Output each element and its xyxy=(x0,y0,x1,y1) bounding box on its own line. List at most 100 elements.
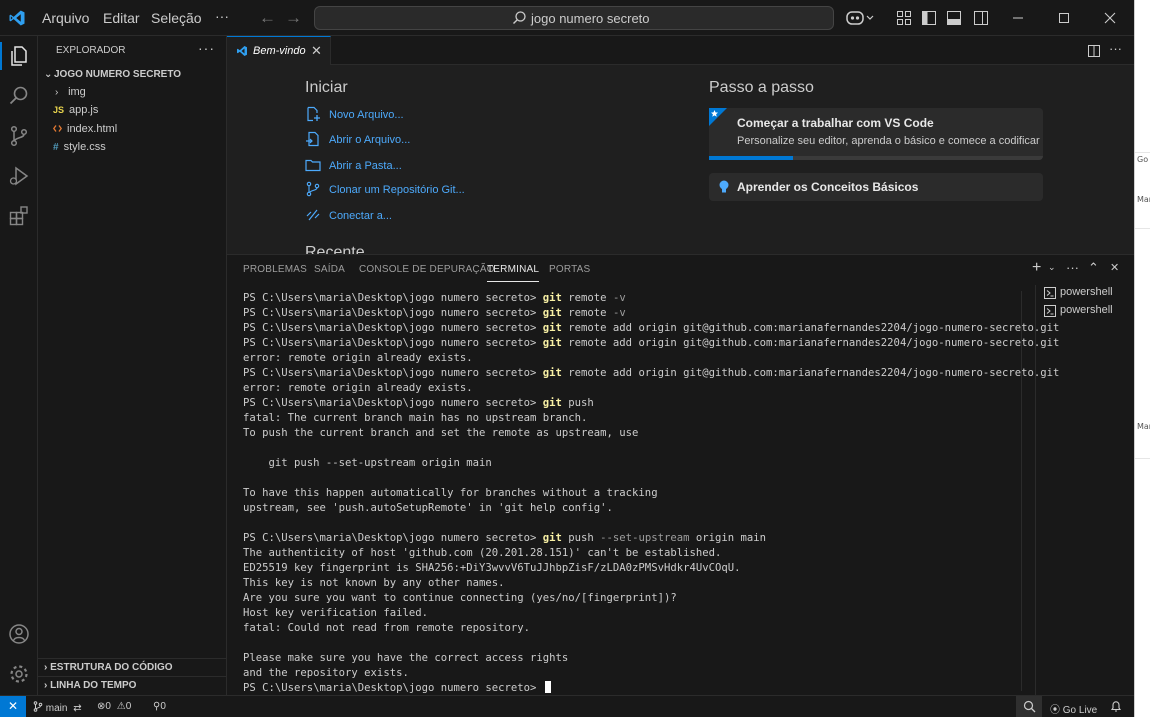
tab-ports[interactable]: PORTAS xyxy=(549,264,590,275)
new-terminal-button[interactable]: + xyxy=(1032,259,1041,277)
remote-indicator-button[interactable]: ✕ xyxy=(0,696,26,717)
menu-selecao[interactable]: Seleção xyxy=(151,10,202,26)
problems-indicator[interactable]: ⊗0 ⚠0 xyxy=(97,701,131,712)
status-bar: ✕ main ⇄ ⊗0 ⚠0 ⚲0 ⦿ Go Live xyxy=(0,695,1134,717)
terminal-line: error: remote origin already exists. xyxy=(243,381,1033,396)
terminal-output-text: To push the current branch and set the r… xyxy=(243,427,639,439)
tab-output[interactable]: SAÍDA xyxy=(314,264,345,275)
terminal-line: Are you sure you want to continue connec… xyxy=(243,591,1033,606)
notifications-bell-icon[interactable] xyxy=(1110,700,1122,713)
divider xyxy=(1135,152,1150,153)
tab-close-icon[interactable]: ✕ xyxy=(311,43,322,59)
terminal-command: git xyxy=(542,322,562,334)
explorer-more-button[interactable]: ··· xyxy=(198,40,215,56)
tree-item-style-css[interactable]: # style.css xyxy=(53,141,106,153)
terminal-output-text: upstream, see 'push.autoSetupRemote' in … xyxy=(243,502,613,514)
star-badge-icon xyxy=(709,108,727,126)
run-debug-icon[interactable] xyxy=(7,164,31,188)
terminal-line: To push the current branch and set the r… xyxy=(243,426,1033,441)
walkthrough-title: Aprender os Conceitos Básicos xyxy=(737,180,919,194)
customize-layout-icon[interactable] xyxy=(896,10,912,26)
title-bar: Arquivo Editar Seleção ··· ← → jogo nume… xyxy=(0,0,1134,36)
terminal-list: powershell powershell xyxy=(1035,285,1134,696)
terminal-prompt: PS C:\Users\maria\Desktop\jogo numero se… xyxy=(243,682,543,694)
terminal-command-args: remote add origin git@github.com:mariana… xyxy=(561,322,1060,334)
vscode-logo-icon xyxy=(9,10,25,26)
branch-indicator[interactable]: main ⇄ xyxy=(33,701,82,714)
zoom-button[interactable] xyxy=(1016,696,1042,717)
walkthrough-description: Personalize seu editor, aprenda o básico… xyxy=(737,135,1040,147)
walkthrough-get-started[interactable]: Começar a trabalhar com VS Code Personal… xyxy=(709,108,1043,160)
background-text: Go xyxy=(1137,155,1149,164)
toggle-panel-icon[interactable] xyxy=(946,10,962,26)
close-panel-icon[interactable]: ✕ xyxy=(1110,261,1119,274)
terminal-line: PS C:\Users\maria\Desktop\jogo numero se… xyxy=(243,336,1059,351)
tab-problems[interactable]: PROBLEMAS xyxy=(243,264,307,275)
go-live-button[interactable]: ⦿ Go Live xyxy=(1050,701,1097,716)
chevron-down-icon[interactable]: ⌄ xyxy=(1048,262,1056,273)
split-editor-icon[interactable] xyxy=(1087,44,1101,58)
terminal-line: To have this happen automatically for br… xyxy=(243,486,1033,501)
tree-item-index-html[interactable]: index.html xyxy=(52,123,117,135)
terminal-command-args: remote add origin git@github.com:mariana… xyxy=(561,337,1060,349)
tab-terminal[interactable]: TERMINAL xyxy=(487,264,540,282)
extensions-icon[interactable] xyxy=(7,204,31,228)
tab-debug-console[interactable]: CONSOLE DE DEPURAÇÃO xyxy=(359,264,495,275)
terminal-line: PS C:\Users\maria\Desktop\jogo numero se… xyxy=(243,306,1033,321)
source-control-icon[interactable] xyxy=(7,124,31,148)
terminal-prompt: PS C:\Users\maria\Desktop\jogo numero se… xyxy=(243,307,543,319)
start-heading: Iniciar xyxy=(305,79,348,96)
broadcast-icon: ⦿ xyxy=(1050,705,1060,716)
tree-item-app-js[interactable]: JS app.js xyxy=(53,104,98,116)
tab-bem-vindo[interactable]: Bem-vindo ✕ xyxy=(227,36,331,65)
walkthrough-learn-basics[interactable]: Aprender os Conceitos Básicos xyxy=(709,173,1043,201)
walkthrough-progress-fill xyxy=(709,156,793,160)
go-live-label: Go Live xyxy=(1062,705,1098,716)
terminal-prompt: PS C:\Users\maria\Desktop\jogo numero se… xyxy=(243,322,543,334)
terminal-line: This key is not known by any other names… xyxy=(243,576,1033,591)
terminal-line: ED25519 key fingerprint is SHA256:+DiY3w… xyxy=(243,561,1033,576)
maximize-panel-icon[interactable]: ⌃ xyxy=(1088,260,1099,276)
minimize-button[interactable] xyxy=(1006,6,1030,30)
menu-more-button[interactable]: ··· xyxy=(215,8,229,24)
terminal-output-text: Please make sure you have the correct ac… xyxy=(243,652,569,664)
ports-indicator[interactable]: ⚲0 xyxy=(153,701,166,712)
nav-forward-button[interactable]: → xyxy=(285,8,302,28)
menu-editar[interactable]: Editar xyxy=(103,10,140,26)
folder-root[interactable]: ⌄ JOGO NUMERO SECRETO xyxy=(44,69,181,80)
terminal-output-text: ED25519 key fingerprint is SHA256:+DiY3w… xyxy=(243,562,741,574)
panel-more-button[interactable]: ··· xyxy=(1066,260,1079,275)
editor-more-button[interactable]: ··· xyxy=(1109,41,1122,56)
lightbulb-icon xyxy=(719,180,729,193)
toggle-secondary-sidebar-icon[interactable] xyxy=(973,10,989,26)
welcome-page: Iniciar Novo Arquivo... Abrir o Arquivo.… xyxy=(227,65,1134,254)
terminal-line: and the repository exists. xyxy=(243,666,1033,681)
toggle-sidebar-icon[interactable] xyxy=(921,10,937,26)
terminal-line: fatal: The current branch main has no up… xyxy=(243,411,1033,426)
menu-arquivo[interactable]: Arquivo xyxy=(42,10,89,26)
terminal-line: PS C:\Users\maria\Desktop\jogo numero se… xyxy=(243,396,1033,411)
explorer-icon[interactable] xyxy=(7,44,31,68)
search-view-icon[interactable] xyxy=(7,84,31,108)
terminal-command: git xyxy=(542,292,562,304)
vscode-tab-icon xyxy=(237,46,247,56)
timeline-section[interactable]: › LINHA DO TEMPO xyxy=(38,676,227,694)
terminal-line: PS C:\Users\maria\Desktop\jogo numero se… xyxy=(243,681,1033,696)
remote-connect-icon xyxy=(306,209,320,221)
accounts-icon[interactable] xyxy=(7,622,31,646)
command-center-search[interactable]: jogo numero secreto xyxy=(314,6,834,30)
terminal-scrollbar[interactable] xyxy=(1021,291,1029,691)
settings-gear-icon[interactable] xyxy=(7,662,31,686)
tree-item-img[interactable]: › img xyxy=(55,86,86,98)
copilot-icon[interactable] xyxy=(846,9,874,27)
terminal-output[interactable]: PS C:\Users\maria\Desktop\jogo numero se… xyxy=(243,291,1059,696)
close-window-button[interactable] xyxy=(1098,6,1122,30)
chevron-right-icon: › xyxy=(55,87,59,98)
zoom-icon xyxy=(1023,700,1036,713)
nav-back-button[interactable]: ← xyxy=(259,8,276,28)
terminal-output-text: The authenticity of host 'github.com (20… xyxy=(243,547,722,559)
outline-section[interactable]: › ESTRUTURA DO CÓDIGO xyxy=(38,658,227,676)
maximize-button[interactable] xyxy=(1052,6,1076,30)
terminal-line: PS C:\Users\maria\Desktop\jogo numero se… xyxy=(243,531,1033,546)
